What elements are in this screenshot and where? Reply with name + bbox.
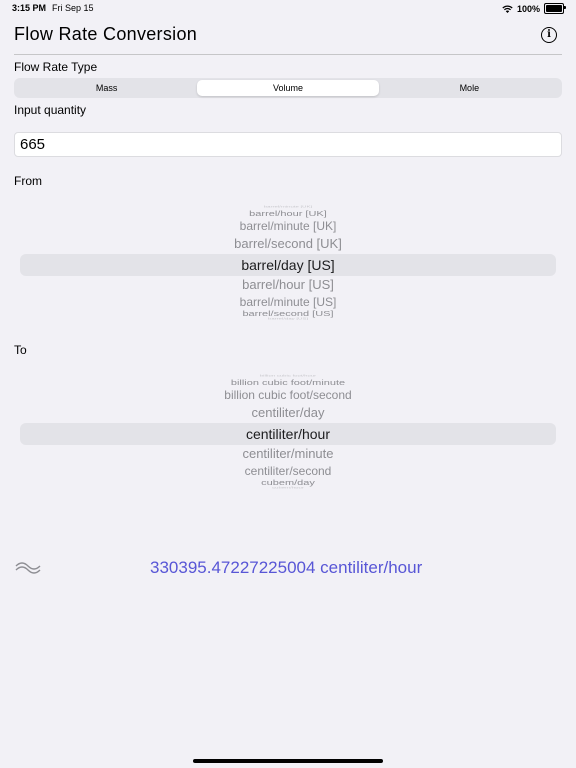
status-time: 3:15 PM bbox=[12, 3, 47, 13]
approx-icon bbox=[15, 562, 41, 574]
picker-row[interactable]: barrel/minute [UK] bbox=[20, 206, 556, 209]
picker-row[interactable]: billion cubic foot/hour bbox=[20, 375, 556, 378]
home-indicator bbox=[193, 759, 383, 763]
segment-mole[interactable]: Mole bbox=[379, 80, 560, 96]
battery-icon bbox=[544, 3, 566, 14]
picker-row[interactable]: barrel/day [US] bbox=[20, 318, 556, 321]
segment-mass[interactable]: Mass bbox=[16, 80, 197, 96]
conversion-result: 330395.47227225004 centiliter/hour bbox=[150, 558, 423, 577]
segment-volume[interactable]: Volume bbox=[197, 80, 379, 96]
picker-row[interactable]: barrel/minute [UK] bbox=[20, 219, 556, 233]
flow-type-segmented-control: Mass Volume Mole bbox=[14, 78, 562, 98]
picker-row-selected[interactable]: barrel/day [US] bbox=[20, 257, 556, 273]
status-date: Fri Sep 15 bbox=[52, 3, 94, 13]
wifi-icon bbox=[502, 5, 513, 13]
picker-row[interactable]: barrel/second [UK] bbox=[20, 236, 556, 251]
picker-row[interactable]: cubem/hour bbox=[20, 487, 556, 490]
from-label: From bbox=[14, 174, 42, 188]
page-title: Flow Rate Conversion bbox=[14, 24, 198, 44]
picker-row[interactable]: centiliter/second bbox=[20, 464, 556, 478]
info-icon[interactable]: i bbox=[541, 27, 557, 43]
from-unit-picker[interactable]: barrel/minute [UK] barrel/hour [UK] barr… bbox=[20, 200, 556, 320]
status-bar: 3:15 PM Fri Sep 15 100% bbox=[0, 0, 576, 18]
picker-row[interactable]: barrel/hour [US] bbox=[20, 277, 556, 292]
picker-row[interactable]: centiliter/day bbox=[20, 405, 556, 420]
to-label: To bbox=[14, 343, 27, 357]
picker-row[interactable]: barrel/minute [US] bbox=[20, 295, 556, 309]
picker-row-selected[interactable]: centiliter/hour bbox=[20, 426, 556, 442]
quantity-input[interactable]: 665 bbox=[14, 132, 562, 157]
picker-row[interactable]: billion cubic foot/second bbox=[20, 388, 556, 402]
status-right: 100% bbox=[502, 3, 566, 14]
divider bbox=[14, 54, 562, 55]
input-quantity-label: Input quantity bbox=[14, 103, 87, 117]
flow-type-label: Flow Rate Type bbox=[14, 60, 98, 74]
picker-row[interactable]: barrel/hour [UK] bbox=[20, 210, 556, 218]
picker-row[interactable]: billion cubic foot/minute bbox=[20, 379, 556, 387]
picker-row[interactable]: centiliter/minute bbox=[20, 446, 556, 461]
to-unit-picker[interactable]: billion cubic foot/hour billion cubic fo… bbox=[20, 369, 556, 489]
battery-percent: 100% bbox=[516, 3, 540, 14]
